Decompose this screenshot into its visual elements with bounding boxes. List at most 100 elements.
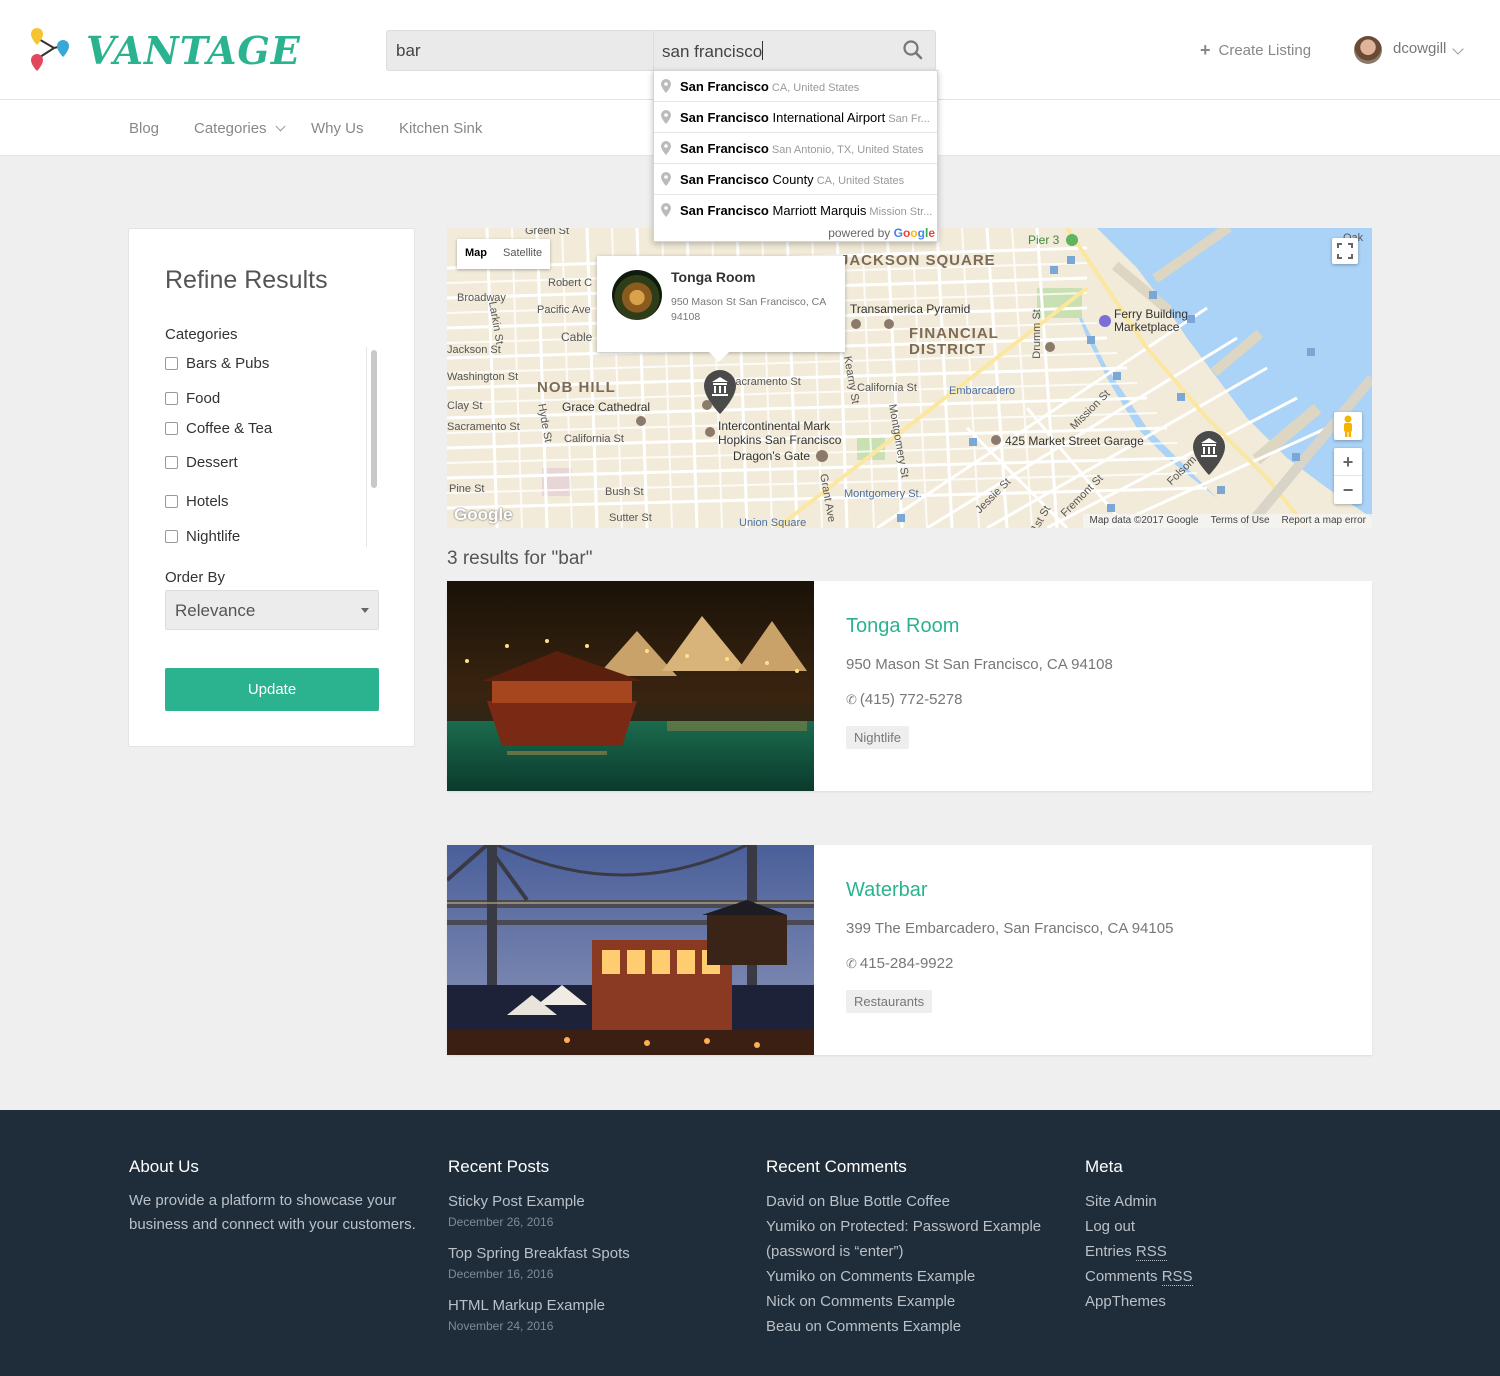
recent-post-link[interactable]: Sticky Post Example xyxy=(448,1189,738,1214)
search-button[interactable] xyxy=(901,38,925,62)
checkbox[interactable] xyxy=(165,392,178,405)
nav-item-categories[interactable]: Categories xyxy=(194,120,285,137)
tonga-room-photo xyxy=(447,581,814,791)
autocomplete-item[interactable]: San Francisco International Airport San F… xyxy=(654,102,937,133)
nav-item-categories-label: Categories xyxy=(194,120,267,137)
site-logo[interactable]: VANTAGE xyxy=(28,26,300,78)
autocomplete-item[interactable]: San Francisco Marriott Marquis Mission St… xyxy=(654,195,937,226)
post-date: November 24, 2016 xyxy=(448,1319,554,1333)
autocomplete-item[interactable]: San Francisco County CA, United States xyxy=(654,164,937,195)
search-location-input[interactable]: san francisco xyxy=(653,30,936,71)
location-autocomplete: San Francisco CA, United States San Franc… xyxy=(653,70,938,242)
info-window-title[interactable]: Tonga Room xyxy=(671,269,756,285)
listing-phone: ✆ (415) 772-5278 xyxy=(846,691,963,708)
refine-results-panel: Refine Results Categories Bars & Pubs Fo… xyxy=(128,228,415,747)
category-scrollbar[interactable] xyxy=(366,347,380,547)
listing-phone: ✆ 415-284-9922 xyxy=(846,955,954,972)
footer-recent-posts: Recent Posts Sticky Post Example Decembe… xyxy=(448,1157,738,1345)
autocomplete-item[interactable]: San Francisco San Antonio, TX, United Sta… xyxy=(654,133,937,164)
recent-comment-link[interactable]: Yumiko on Protected: Password Example xyxy=(766,1214,1066,1239)
category-tag[interactable]: Restaurants xyxy=(846,990,933,1013)
create-listing-link[interactable]: + Create Listing xyxy=(1200,40,1311,61)
terms-of-use-link[interactable]: Terms of Use xyxy=(1211,515,1270,528)
create-listing-label: Create Listing xyxy=(1218,42,1312,59)
info-window-address: 950 Mason St San Francisco, CA 94108 xyxy=(671,296,826,323)
map-info-window[interactable]: Tonga Room 950 Mason St San Francisco, C… xyxy=(597,256,845,362)
recent-comment-link[interactable]: (password is “enter”) xyxy=(766,1239,1066,1264)
recent-comment-link[interactable]: David on Blue Bottle Coffee xyxy=(766,1189,1066,1214)
search-icon xyxy=(903,40,923,60)
update-button[interactable]: Update xyxy=(165,668,379,711)
category-list[interactable]: Bars & Pubs Food Coffee & Tea Dessert Ho… xyxy=(165,347,379,547)
listing-address: 950 Mason St San Francisco, CA 94108 xyxy=(846,656,1113,673)
listing-image[interactable] xyxy=(447,845,814,1055)
appthemes-link[interactable]: AppThemes xyxy=(1085,1289,1375,1314)
checkbox[interactable] xyxy=(165,456,178,469)
category-option[interactable]: Dessert xyxy=(165,454,238,471)
map-data-credit: Map data ©2017 Google xyxy=(1089,515,1199,526)
scrollbar-thumb[interactable] xyxy=(371,350,377,488)
recent-comment-link[interactable]: Nick on Comments Example xyxy=(766,1289,1066,1314)
footer-about: About Us We provide a platform to showca… xyxy=(129,1157,419,1237)
category-option[interactable]: Hotels xyxy=(165,493,229,510)
listing-title[interactable]: Waterbar xyxy=(846,879,928,902)
results-map[interactable]: JACKSON SQUARE FINANCIAL DISTRICT NOB HI… xyxy=(447,228,1372,528)
nav-item-kitchen-sink[interactable]: Kitchen Sink xyxy=(399,120,482,137)
order-by-select[interactable]: Relevance xyxy=(165,590,379,630)
entries-rss-link[interactable]: Entries RSS xyxy=(1085,1239,1375,1264)
zoom-in-button[interactable]: + xyxy=(1334,448,1362,476)
site-admin-link[interactable]: Site Admin xyxy=(1085,1189,1375,1214)
street-view-pegman[interactable] xyxy=(1334,412,1362,440)
map-type-satellite[interactable]: Satellite xyxy=(495,239,550,269)
listing-title[interactable]: Tonga Room xyxy=(846,615,959,638)
dropdown-arrow-icon xyxy=(361,608,369,613)
category-option[interactable]: Bars & Pubs xyxy=(165,355,269,372)
listing-card[interactable]: Waterbar 399 The Embarcadero, San Franci… xyxy=(447,845,1372,1055)
recent-comment-link[interactable]: Yumiko on Comments Example xyxy=(766,1264,1066,1289)
category-option[interactable]: Nightlife xyxy=(165,528,240,545)
about-text: We provide a platform to showcase your b… xyxy=(129,1192,416,1233)
waterbar-photo xyxy=(447,845,814,1055)
category-option[interactable]: Coffee & Tea xyxy=(165,420,272,437)
checkbox[interactable] xyxy=(165,357,178,370)
map-type-control: Map Satellite xyxy=(457,239,551,269)
report-map-error-link[interactable]: Report a map error xyxy=(1282,515,1366,528)
log-out-link[interactable]: Log out xyxy=(1085,1214,1375,1239)
checkbox[interactable] xyxy=(165,422,178,435)
categories-label: Categories xyxy=(165,326,238,343)
category-tag[interactable]: Nightlife xyxy=(846,726,909,749)
map-type-map[interactable]: Map xyxy=(457,239,495,269)
panel-title: Refine Results xyxy=(165,266,328,294)
autocomplete-item[interactable]: San Francisco CA, United States xyxy=(654,71,937,102)
listing-image[interactable] xyxy=(447,581,814,791)
results-count: 3 results for "bar" xyxy=(447,548,593,569)
location-pin-icon xyxy=(661,141,671,155)
order-by-value: Relevance xyxy=(175,601,256,620)
map-poi-icons xyxy=(636,234,1315,522)
zoom-control: + − xyxy=(1334,448,1362,504)
nav-item-why-us[interactable]: Why Us xyxy=(311,120,364,137)
location-pin-icon xyxy=(661,172,671,186)
checkbox[interactable] xyxy=(165,530,178,543)
location-pin-icon xyxy=(661,110,671,124)
google-logo: Google xyxy=(454,505,513,524)
map-attribution: Map data ©2017 Google Terms of Use Repor… xyxy=(1083,514,1372,528)
recent-post-link[interactable]: Top Spring Breakfast Spots xyxy=(448,1241,738,1266)
listing-card[interactable]: Tonga Room 950 Mason St San Francisco, C… xyxy=(447,581,1372,791)
recent-comment-link[interactable]: Beau on Comments Example xyxy=(766,1314,1066,1339)
user-menu[interactable]: dcowgill xyxy=(1354,36,1465,64)
checkbox[interactable] xyxy=(165,495,178,508)
footer-recent-comments: Recent Comments David on Blue Bottle Cof… xyxy=(766,1157,1066,1339)
avatar xyxy=(1354,36,1382,64)
zoom-out-button[interactable]: − xyxy=(1334,476,1362,504)
location-pin-icon xyxy=(661,203,671,217)
fullscreen-button[interactable] xyxy=(1332,238,1358,264)
nav-item-blog[interactable]: Blog xyxy=(129,120,159,137)
search-keyword-input[interactable]: bar xyxy=(386,30,654,71)
comments-rss-link[interactable]: Comments RSS xyxy=(1085,1264,1375,1289)
order-by-label: Order By xyxy=(165,569,226,586)
logo-pins-icon xyxy=(31,28,69,71)
category-option[interactable]: Food xyxy=(165,390,220,407)
recent-post-link[interactable]: HTML Markup Example xyxy=(448,1293,738,1318)
text-caret xyxy=(762,41,764,60)
